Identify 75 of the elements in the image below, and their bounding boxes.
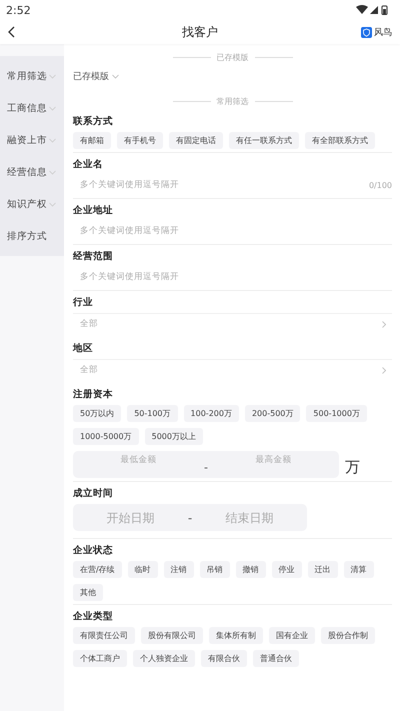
filter-chip[interactable]: 50万以内 <box>73 405 122 422</box>
filter-chip[interactable]: 临时 <box>128 561 158 578</box>
chevron-right-icon <box>382 320 386 328</box>
filter-chip[interactable]: 股份合作制 <box>321 627 375 644</box>
section-title: 企业名 <box>73 159 104 171</box>
chevron-down-icon <box>112 74 119 78</box>
section-title: 成立时间 <box>73 488 114 500</box>
end-date-input[interactable]: 结束日期 <box>192 510 307 526</box>
filter-chip[interactable]: 清算 <box>344 561 374 578</box>
filter-chip[interactable]: 50-100万 <box>127 405 178 422</box>
filter-chip[interactable]: 有全部联系方式 <box>305 132 375 149</box>
unit-label: 万 <box>345 457 360 477</box>
chevron-down-icon <box>49 170 56 174</box>
template-dropdown[interactable]: 已存模版 <box>73 66 392 86</box>
filter-chip[interactable]: 股份有限公司 <box>141 627 203 644</box>
filter-chip[interactable]: 有任一联系方式 <box>229 132 299 149</box>
filter-chip[interactable]: 200-500万 <box>244 405 300 422</box>
chevron-down-icon <box>49 138 56 142</box>
filter-chip[interactable]: 个体工商户 <box>73 650 127 667</box>
filter-chip[interactable]: 国有企业 <box>269 627 315 644</box>
date-range-field[interactable]: 开始日期 - 结束日期 <box>73 504 307 531</box>
section-title: 行业 <box>73 297 94 309</box>
range-separator: - <box>204 460 208 474</box>
filter-chip[interactable]: 集体所有制 <box>209 627 263 644</box>
chevron-down-icon <box>49 106 56 110</box>
sidebar-item[interactable]: 排序方式 <box>0 220 64 252</box>
sidebar-item[interactable]: 工商信息 <box>0 92 64 124</box>
logo-text: 风鸟 <box>374 26 392 38</box>
filter-chip[interactable]: 有限责任公司 <box>73 627 135 644</box>
max-amount-input[interactable]: 最高金额 <box>208 451 340 466</box>
sidebar-item[interactable]: 融资上市 <box>0 124 64 156</box>
keyword-input[interactable]: 多个关键词使用逗号隔开 <box>80 180 369 190</box>
section-title: 地区 <box>73 343 94 355</box>
chevron-right-icon <box>382 366 386 374</box>
keyword-input[interactable]: 多个关键词使用逗号隔开 <box>80 226 392 236</box>
filter-chip[interactable]: 普通合伙 <box>253 650 299 667</box>
filter-chip[interactable]: 注销 <box>164 561 194 578</box>
filter-chip[interactable]: 其他 <box>73 584 103 601</box>
section-title: 企业状态 <box>73 545 114 557</box>
filter-chip[interactable]: 有限合伙 <box>201 650 247 667</box>
character-counter: 0/100 <box>368 180 392 190</box>
filter-chip[interactable]: 有手机号 <box>117 132 163 149</box>
keyword-input[interactable]: 多个关键词使用逗号隔开 <box>80 272 392 282</box>
section-title: 注册资本 <box>73 389 114 401</box>
range-separator: - <box>188 510 192 524</box>
filter-chip[interactable]: 个人独资企业 <box>133 650 195 667</box>
filter-chip[interactable]: 500-1000万 <box>306 405 367 422</box>
chevron-down-icon <box>49 74 56 78</box>
section-title: 企业类型 <box>73 611 114 623</box>
divider-label: 常用筛选 <box>216 96 248 106</box>
filter-chip[interactable]: 在营/存续 <box>73 561 122 578</box>
status-time: 2:52 <box>6 4 31 16</box>
filter-chip[interactable]: 5000万以上 <box>144 428 203 445</box>
sidebar-item[interactable]: 知识产权 <box>0 188 64 220</box>
section-title: 联系方式 <box>73 116 114 128</box>
back-icon[interactable] <box>8 26 15 38</box>
start-date-input[interactable]: 开始日期 <box>73 510 188 526</box>
section-title: 经营范围 <box>73 251 114 263</box>
sidebar-item[interactable]: 经营信息 <box>0 156 64 188</box>
divider-label: 已存模版 <box>216 52 248 62</box>
section-title: 企业地址 <box>73 205 114 217</box>
filter-chip[interactable]: 吊销 <box>200 561 230 578</box>
min-amount-input[interactable]: 最低金额 <box>73 451 204 466</box>
filter-chip[interactable]: 1000-5000万 <box>73 428 139 445</box>
filter-chip[interactable]: 100-200万 <box>184 405 239 422</box>
shield-logo-icon <box>361 26 372 38</box>
amount-range-field[interactable]: 最低金额 - 最高金额 <box>73 451 339 478</box>
sidebar-item[interactable]: 常用筛选 <box>0 60 64 92</box>
filter-chip[interactable]: 撤销 <box>236 561 266 578</box>
filter-chip[interactable]: 有固定电话 <box>169 132 223 149</box>
page-title: 找客户 <box>182 24 218 40</box>
filter-chip[interactable]: 迁出 <box>308 561 338 578</box>
chevron-down-icon <box>49 202 56 206</box>
filter-chip[interactable]: 有邮箱 <box>73 132 111 149</box>
filter-chip[interactable]: 停业 <box>272 561 302 578</box>
